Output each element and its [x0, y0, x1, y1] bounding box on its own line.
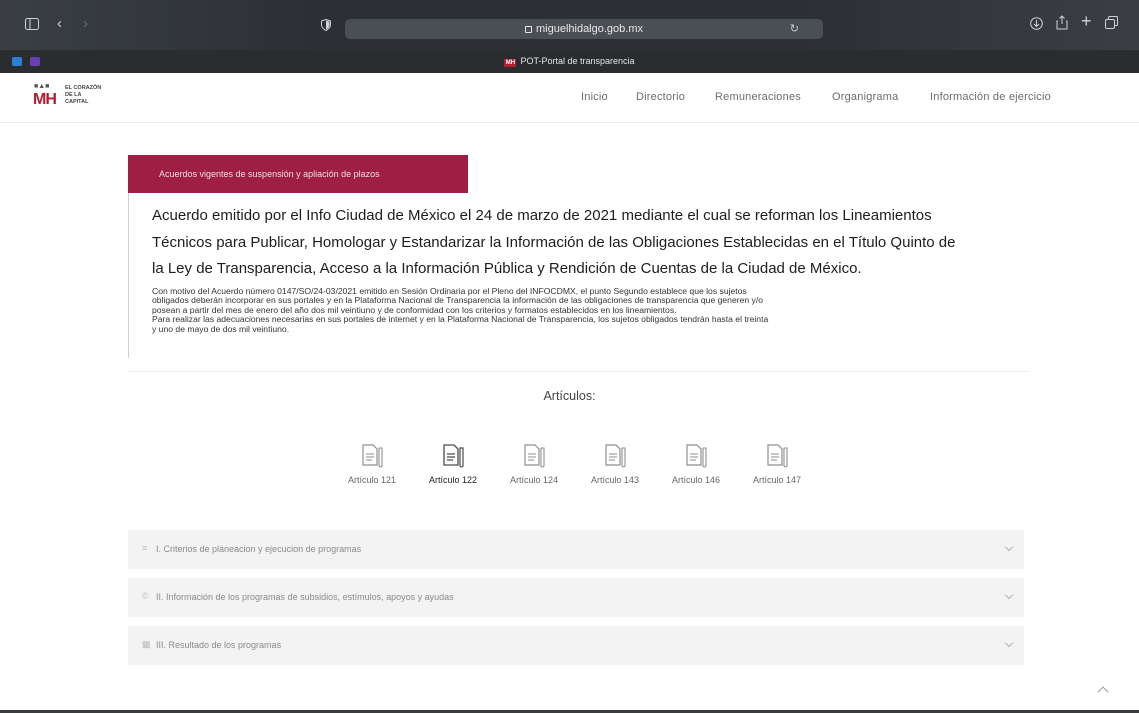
- articulo-143[interactable]: Artículo 143: [580, 442, 650, 485]
- document-icon: [362, 444, 383, 468]
- document-icon: [605, 444, 626, 468]
- articulos-title: Artículos:: [543, 389, 596, 403]
- browser-toolbar: ‹ › miguelhidalgo.gob.mx ↻ +: [0, 0, 1139, 50]
- document-icon: [524, 444, 545, 468]
- back-icon[interactable]: ‹: [57, 16, 62, 32]
- shield-icon[interactable]: [321, 18, 331, 34]
- notice-paragraph: Con motivo del Acuerdo número 0147/SO/24…: [152, 286, 769, 334]
- list-icon: ≡: [142, 543, 148, 553]
- articulo-122[interactable]: Artículo 122: [418, 442, 488, 485]
- tabs-overview-icon[interactable]: [1105, 16, 1118, 32]
- chevron-down-icon: [1004, 542, 1014, 552]
- chevron-down-icon: [1004, 638, 1014, 648]
- articulo-121[interactable]: Artículo 121: [337, 442, 407, 485]
- section-divider: [128, 371, 1028, 372]
- coin-icon: ©: [142, 591, 149, 601]
- nav-organigrama[interactable]: Organigrama: [832, 91, 898, 103]
- accordion-item-programas[interactable]: © II. Información de los programas de su…: [128, 578, 1024, 617]
- site-favicon: MH: [504, 59, 517, 67]
- share-icon[interactable]: [1056, 15, 1068, 33]
- notice-banner[interactable]: Acuerdos vigentes de suspensión y apliac…: [128, 155, 468, 193]
- nav-inicio[interactable]: Inicio: [581, 91, 608, 103]
- new-tab-icon[interactable]: +: [1081, 12, 1092, 30]
- logo-glyph-icon: ■▲■: [34, 83, 50, 90]
- articulo-124[interactable]: Artículo 124: [499, 442, 569, 485]
- nav-remuneraciones[interactable]: Remuneraciones: [715, 91, 801, 103]
- nav-informacion-ejercicio[interactable]: Información de ejercicio: [930, 91, 1051, 103]
- document-icon: [767, 444, 788, 468]
- forward-icon[interactable]: ›: [83, 16, 88, 32]
- url-text: miguelhidalgo.gob.mx: [535, 23, 643, 35]
- logo-text: EL CORAZÓN DE LA CAPITAL: [65, 85, 102, 105]
- site-logo[interactable]: ■▲■ MH EL CORAZÓN DE LA CAPITAL: [33, 81, 113, 113]
- scroll-to-top-icon[interactable]: [1097, 686, 1109, 698]
- page: ‹ › miguelhidalgo.gob.mx ↻ + MH POT-Porta…: [0, 0, 1139, 713]
- document-icon: [443, 444, 464, 468]
- reload-icon[interactable]: ↻: [790, 19, 799, 39]
- chevron-down-icon: [1004, 590, 1014, 600]
- notice-heading: Acuerdo emitido por el Info Ciudad de Mé…: [152, 207, 956, 277]
- sidebar-toggle-icon[interactable]: [25, 17, 39, 33]
- articulo-146[interactable]: Artículo 146: [661, 442, 731, 485]
- lock-icon: [524, 26, 532, 33]
- tab-title: POT-Portal de transparencia: [520, 56, 635, 66]
- download-icon[interactable]: [1030, 17, 1043, 33]
- logo-mark: MH: [33, 91, 57, 108]
- accordion-item-criterios[interactable]: ≡ I. Criterios de planeacion y ejecucion…: [128, 530, 1024, 569]
- accordion-item-resultado[interactable]: ▩ III. Resultado de los programas: [128, 626, 1024, 665]
- articulo-147[interactable]: Artículo 147: [742, 442, 812, 485]
- nav-directorio[interactable]: Directorio: [636, 91, 685, 103]
- site-header: ■▲■ MH EL CORAZÓN DE LA CAPITAL Inicio D…: [0, 73, 1139, 123]
- active-tab[interactable]: MH POT-Portal de transparencia: [0, 54, 1139, 68]
- document-icon: [686, 444, 707, 468]
- chart-icon: ▩: [142, 639, 151, 649]
- address-bar[interactable]: miguelhidalgo.gob.mx ↻: [345, 19, 823, 39]
